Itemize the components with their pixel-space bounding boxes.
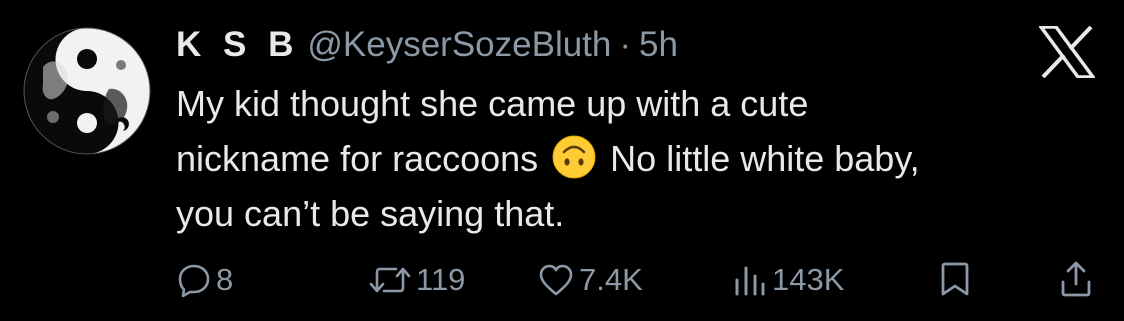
- repost-arrows-icon: [369, 267, 411, 293]
- repost-count: 119: [416, 262, 466, 297]
- view-count: 143K: [772, 262, 845, 297]
- timestamp[interactable]: 5h: [639, 25, 678, 65]
- like-button[interactable]: 7.4K: [537, 252, 643, 308]
- avatar[interactable]: [23, 27, 151, 155]
- x-logo-icon[interactable]: [1037, 25, 1097, 79]
- views-button[interactable]: 143K: [732, 252, 844, 308]
- yin-yang-avatar-image: [23, 27, 151, 155]
- reply-button[interactable]: 8: [176, 252, 233, 308]
- repost-button[interactable]: 119: [368, 252, 465, 308]
- action-bar: 8 119 7.4K 143K: [0, 252, 1124, 308]
- speech-bubble-icon: [178, 264, 210, 298]
- bookmark-icon: [941, 262, 969, 296]
- bookmark-button[interactable]: [937, 252, 973, 308]
- bar-chart-icon: [735, 266, 765, 296]
- like-count: 7.4K: [579, 262, 643, 297]
- display-name[interactable]: K S B: [176, 25, 299, 65]
- user-handle[interactable]: @KeyserSozeBluth: [307, 25, 611, 65]
- heart-icon: [539, 264, 573, 296]
- share-upload-icon: [1061, 261, 1091, 297]
- reply-count: 8: [216, 262, 234, 297]
- separator-dot: ·: [619, 25, 632, 64]
- upside-down-face-emoji-icon: [552, 135, 596, 179]
- tweet-text: My kid thought she came up with a cute n…: [176, 76, 1106, 241]
- share-button[interactable]: [1058, 252, 1094, 308]
- tweet-card[interactable]: K S B @KeyserSozeBluth · 5h My kid thoug…: [0, 0, 1124, 321]
- tweet-header: K S B @KeyserSozeBluth · 5h: [176, 20, 678, 70]
